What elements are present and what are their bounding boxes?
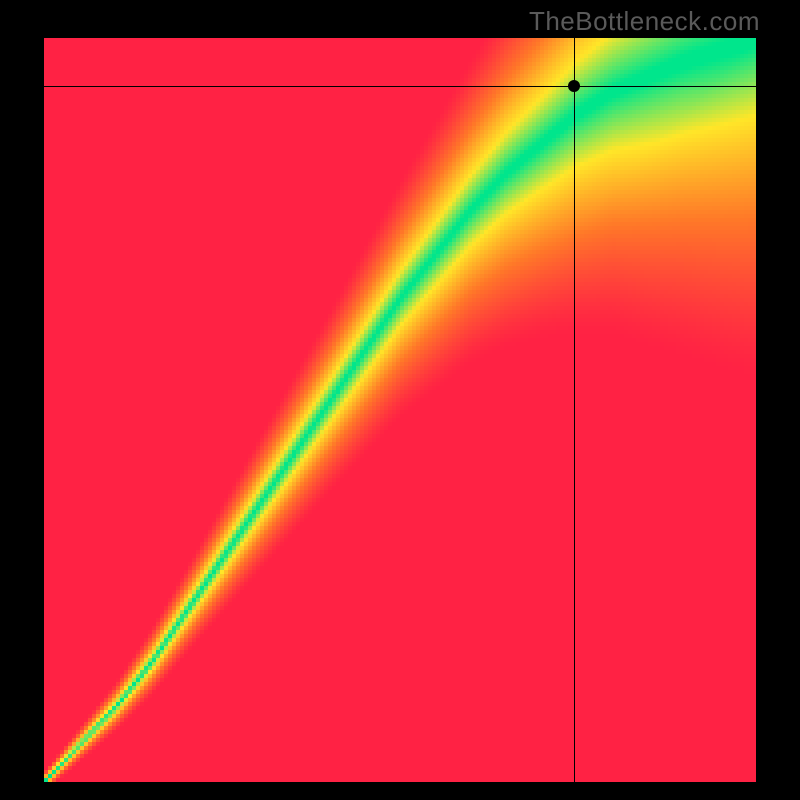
watermark-text: TheBottleneck.com — [529, 6, 760, 37]
plot-area — [44, 38, 756, 782]
heatmap-canvas — [44, 38, 756, 782]
crosshair-vertical — [574, 38, 575, 782]
crosshair-horizontal — [44, 86, 756, 87]
chart-frame: TheBottleneck.com — [0, 0, 800, 800]
